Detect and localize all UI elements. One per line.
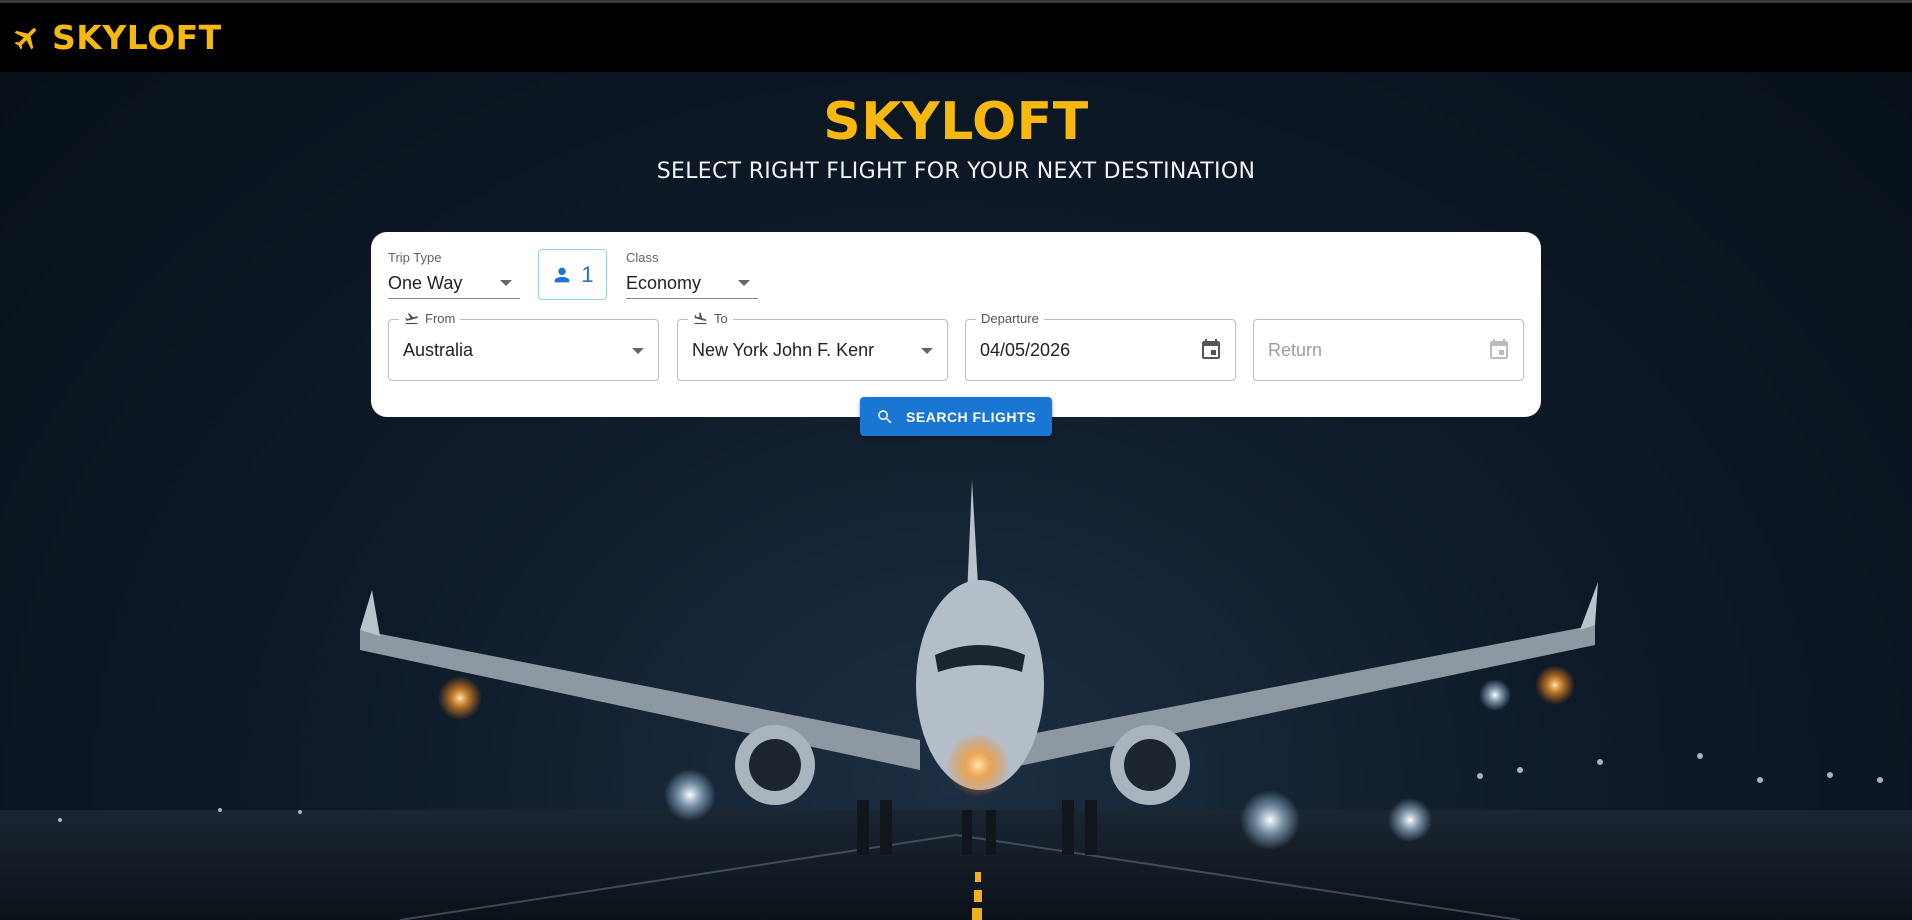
brand-name: SKYLOFT: [52, 18, 222, 57]
to-select[interactable]: To New York John F. Kenr: [677, 311, 948, 381]
to-label-wrap: To: [688, 311, 733, 326]
to-value: New York John F. Kenr: [692, 340, 875, 360]
class-value: Economy: [626, 272, 702, 293]
calendar-icon[interactable]: [1199, 338, 1223, 362]
hero-subtitle: SELECT RIGHT FLIGHT FOR YOUR NEXT DESTIN…: [656, 159, 1256, 184]
flight-takeoff-icon: [405, 313, 418, 325]
class-select[interactable]: Economy: [626, 268, 758, 299]
person-icon: [555, 267, 570, 282]
from-label: From: [425, 311, 456, 326]
departure-date-field[interactable]: Departure 04/05/2026: [965, 311, 1236, 381]
hero-title: SKYLOFT: [823, 92, 1089, 152]
search-flights-label: SEARCH FLIGHTS: [906, 408, 1036, 425]
passengers-button[interactable]: 1: [538, 249, 607, 300]
calendar-icon[interactable]: [1487, 338, 1511, 362]
return-date-field[interactable]: Return: [1253, 319, 1524, 381]
from-select[interactable]: From Australia: [388, 311, 659, 381]
chevron-down-icon: [632, 348, 644, 354]
departure-label-wrap: Departure: [976, 311, 1044, 326]
from-value: Australia: [403, 340, 474, 360]
passenger-count: 1: [581, 261, 594, 287]
departure-value: 04/05/2026: [980, 340, 1071, 360]
return-placeholder: Return: [1268, 340, 1323, 360]
flight-search-card: Trip Type One Way 1 Class Economy From A…: [371, 232, 1541, 417]
from-label-wrap: From: [399, 311, 461, 326]
chevron-down-icon: [738, 280, 750, 286]
flight-land-icon: [694, 312, 707, 325]
navbar: SKYLOFT: [0, 3, 1912, 72]
chevron-down-icon: [500, 280, 512, 286]
search-icon: [878, 409, 892, 423]
airplane-icon: [14, 27, 36, 49]
search-flights-button[interactable]: SEARCH FLIGHTS: [860, 397, 1052, 436]
brand-logo[interactable]: SKYLOFT: [12, 18, 222, 57]
chevron-down-icon: [921, 348, 933, 354]
page: SKYLOFT SKYLOFT SELECT RIGHT FLIGHT FOR …: [0, 0, 1912, 920]
trip-type-label: Trip Type: [388, 250, 442, 265]
trip-type-select[interactable]: One Way: [388, 268, 520, 299]
departure-label: Departure: [981, 311, 1039, 326]
trip-type-value: One Way: [388, 272, 463, 293]
to-label: To: [714, 311, 728, 326]
class-label: Class: [626, 250, 659, 265]
airplane-runway-image: [0, 480, 1912, 920]
